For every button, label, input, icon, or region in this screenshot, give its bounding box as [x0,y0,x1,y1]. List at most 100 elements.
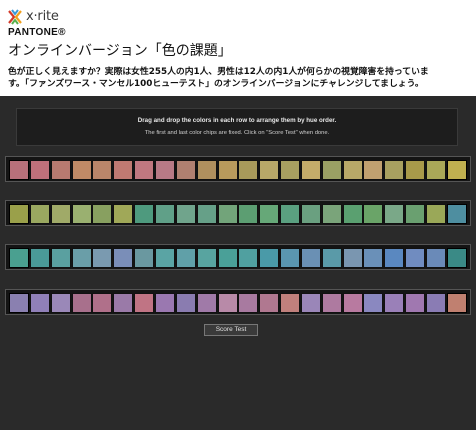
color-chip[interactable] [405,204,426,224]
chip-row-2 [5,200,471,226]
instructions-line-1: Drag and drop the colors in each row to … [137,117,337,124]
description: 色が正しく見えますか？実際は女性255人の内1人、男性は12人の内1人が何らかの… [8,66,472,90]
color-chip[interactable] [134,293,155,313]
color-chip[interactable] [50,248,71,268]
color-chip[interactable] [321,204,342,224]
color-chip[interactable] [154,293,175,313]
color-chip[interactable] [259,248,280,268]
fixed-color-chip [9,248,29,268]
color-chip[interactable] [71,248,92,268]
chip-row-4 [5,289,471,315]
instructions-line-2: The first and last color chips are fixed… [144,130,330,136]
fixed-color-chip [446,204,467,224]
color-chip[interactable] [321,160,342,180]
color-chip[interactable] [300,160,321,180]
header: x·rite PANTONE® オンラインバージョン「色の課題」 色が正しく見え… [0,0,476,96]
xrite-x-icon [7,9,23,25]
color-chip[interactable] [71,204,92,224]
color-chip[interactable] [196,160,217,180]
color-chip[interactable] [92,204,113,224]
color-chip[interactable] [154,248,175,268]
chip-row-3 [5,244,471,270]
color-chip[interactable] [300,204,321,224]
color-chip[interactable] [196,248,217,268]
color-chip[interactable] [238,160,259,180]
color-chip[interactable] [217,248,238,268]
color-chip[interactable] [29,160,50,180]
color-chip[interactable] [426,293,446,313]
color-chip[interactable] [280,160,301,180]
color-chip[interactable] [50,204,71,224]
color-chip[interactable] [300,248,321,268]
color-chip[interactable] [426,204,446,224]
color-chip[interactable] [259,204,280,224]
color-chip[interactable] [300,293,321,313]
fixed-color-chip [9,204,29,224]
color-chip[interactable] [113,160,134,180]
color-chip[interactable] [238,293,259,313]
color-chip[interactable] [113,204,134,224]
color-chip[interactable] [280,248,301,268]
color-chip[interactable] [384,248,405,268]
fixed-color-chip [446,248,467,268]
color-chip[interactable] [342,248,363,268]
pantone-logo[interactable]: PANTONE® [8,27,66,39]
color-chip[interactable] [134,160,155,180]
xrite-logo-text: x·rite [26,9,59,24]
color-chip[interactable] [154,204,175,224]
color-chip[interactable] [259,160,280,180]
color-chip[interactable] [113,248,134,268]
color-chip[interactable] [363,293,384,313]
color-chip[interactable] [405,293,426,313]
color-chip[interactable] [29,293,50,313]
score-test-button[interactable]: Score Test [204,324,258,336]
color-chip[interactable] [29,204,50,224]
color-chip[interactable] [175,293,196,313]
color-chip[interactable] [71,160,92,180]
color-chip[interactable] [384,204,405,224]
color-chip[interactable] [280,293,301,313]
color-chip[interactable] [217,204,238,224]
description-line-2: す。「ファンズワース・マンセル100ヒューテスト」のオンラインバージョンにチャレ… [8,79,424,89]
color-chip[interactable] [175,248,196,268]
color-chip[interactable] [342,293,363,313]
fixed-color-chip [9,293,29,313]
color-chip[interactable] [50,293,71,313]
color-chip[interactable] [363,160,384,180]
xrite-logo[interactable]: x·rite [7,9,59,25]
color-chip[interactable] [175,204,196,224]
color-chip[interactable] [238,248,259,268]
color-chip[interactable] [113,293,134,313]
color-chip[interactable] [321,293,342,313]
color-chip[interactable] [363,204,384,224]
color-chip[interactable] [92,248,113,268]
color-chip[interactable] [196,204,217,224]
color-chip[interactable] [426,160,446,180]
color-chip[interactable] [50,160,71,180]
color-chip[interactable] [217,160,238,180]
color-chip[interactable] [92,160,113,180]
color-chip[interactable] [342,204,363,224]
color-chip[interactable] [426,248,446,268]
fixed-color-chip [446,160,467,180]
color-chip[interactable] [175,160,196,180]
color-chip[interactable] [196,293,217,313]
color-chip[interactable] [71,293,92,313]
color-chip[interactable] [134,248,155,268]
color-chip[interactable] [384,293,405,313]
color-chip[interactable] [405,160,426,180]
color-chip[interactable] [342,160,363,180]
color-chip[interactable] [384,160,405,180]
color-chip[interactable] [405,248,426,268]
color-chip[interactable] [217,293,238,313]
color-chip[interactable] [134,204,155,224]
color-chip[interactable] [29,248,50,268]
color-chip[interactable] [92,293,113,313]
color-chip[interactable] [154,160,175,180]
color-chip[interactable] [280,204,301,224]
color-chip[interactable] [259,293,280,313]
color-chip[interactable] [363,248,384,268]
fixed-color-chip [9,160,29,180]
color-chip[interactable] [321,248,342,268]
color-chip[interactable] [238,204,259,224]
